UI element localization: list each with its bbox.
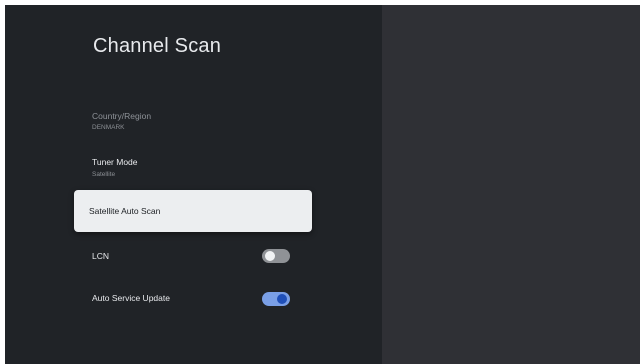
lcn-toggle-knob xyxy=(265,251,275,261)
auto-service-update-item[interactable]: Auto Service Update xyxy=(74,288,312,310)
lcn-item[interactable]: LCN xyxy=(74,245,312,267)
tuner-mode-label: Tuner Mode xyxy=(92,157,138,167)
satellite-auto-scan-label: Satellite Auto Scan xyxy=(89,206,161,216)
tuner-mode-value: Satellite xyxy=(92,171,116,178)
country-region-item[interactable]: Country/Region DENMARK xyxy=(74,105,312,135)
page-title: Channel Scan xyxy=(93,35,222,57)
country-region-label: Country/Region xyxy=(92,111,152,121)
tv-screen: Channel Scan Country/Region DENMARK Tune… xyxy=(5,5,640,364)
tuner-mode-item[interactable]: Tuner Mode Satellite xyxy=(74,154,312,184)
auto-service-update-toggle[interactable] xyxy=(262,292,290,306)
settings-panel: Channel Scan Country/Region DENMARK Tune… xyxy=(5,5,382,364)
lcn-label: LCN xyxy=(92,251,110,261)
lcn-toggle[interactable] xyxy=(262,249,290,263)
auto-service-update-toggle-knob xyxy=(277,294,287,304)
country-region-value: DENMARK xyxy=(92,124,125,131)
satellite-auto-scan-item[interactable]: Satellite Auto Scan xyxy=(74,190,312,232)
auto-service-update-label: Auto Service Update xyxy=(92,293,170,303)
